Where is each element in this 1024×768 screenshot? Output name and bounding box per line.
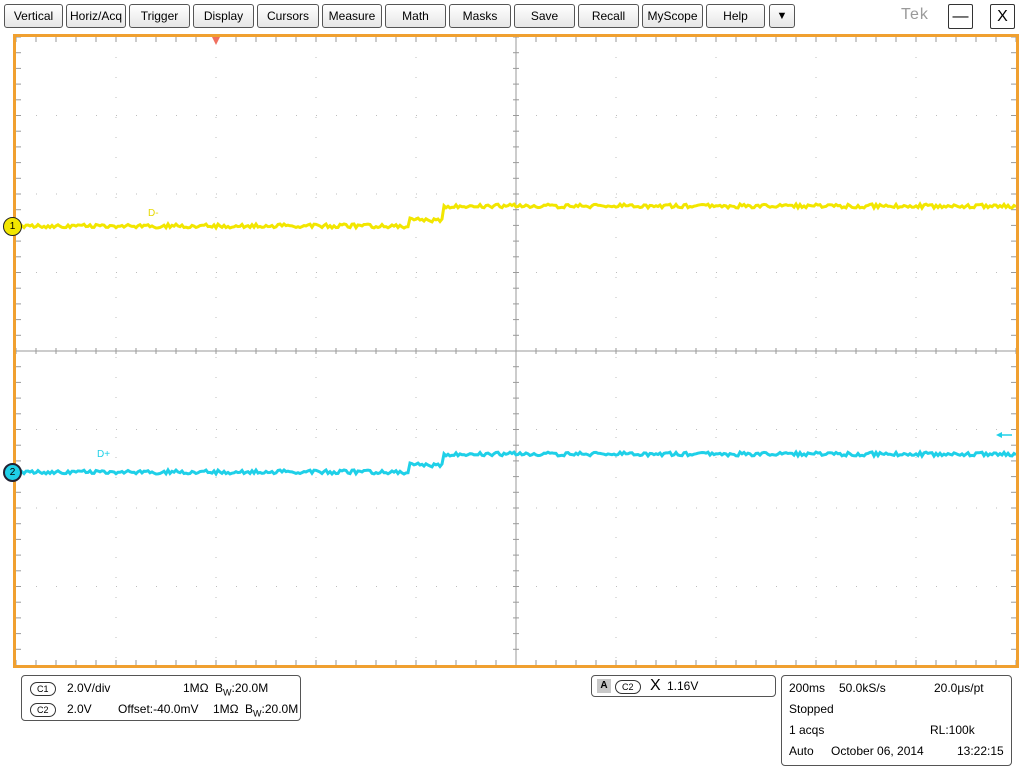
- menu-vertical[interactable]: Vertical: [4, 4, 63, 28]
- c2-bandwidth: BW:20.0M: [245, 702, 299, 719]
- ch2-label: D+: [97, 449, 111, 460]
- ch1-marker[interactable]: 1: [3, 217, 22, 236]
- menu-recall[interactable]: Recall: [578, 4, 639, 28]
- menu-save[interactable]: Save: [514, 4, 575, 28]
- c2-offset: Offset:-40.0mV: [118, 702, 199, 716]
- acquisition-date: October 06, 2014: [831, 744, 924, 758]
- ch2-marker[interactable]: 2: [3, 463, 22, 482]
- minimize-button[interactable]: —: [948, 4, 973, 29]
- acquisition-time: 13:22:15: [957, 744, 1004, 758]
- trigger-source[interactable]: C2: [615, 680, 641, 694]
- c2-coupling: 1MΩ: [213, 702, 239, 716]
- graticule-grid: [16, 37, 1016, 665]
- menu-myscope[interactable]: MyScope: [642, 4, 703, 28]
- sample-rate: 50.0kS/s: [839, 681, 886, 695]
- record-length: RL:100k: [930, 723, 975, 737]
- menu-dropdown-button[interactable]: ▼: [769, 4, 795, 28]
- trigger-panel[interactable]: A C2 X 1.16V: [591, 675, 776, 697]
- menu-horiz-acq[interactable]: Horiz/Acq: [66, 4, 126, 28]
- c1-scale: 2.0V/div: [67, 681, 111, 695]
- c2-scale: 2.0V: [67, 702, 92, 716]
- menu-display[interactable]: Display: [193, 4, 254, 28]
- trigger-slope-icon: X: [650, 677, 661, 694]
- c1-tag[interactable]: C1: [30, 682, 56, 696]
- time-per-point: 20.0μs/pt: [934, 681, 984, 695]
- menu-help[interactable]: Help: [706, 4, 765, 28]
- vertical-settings-panel[interactable]: C1 2.0V/div 1MΩ BW:20.0M C2 2.0V Offset:…: [21, 675, 301, 721]
- menu-trigger[interactable]: Trigger: [129, 4, 190, 28]
- c1-bandwidth: BW:20.0M: [215, 681, 269, 698]
- graticule: [16, 37, 1016, 665]
- menu-masks[interactable]: Masks: [449, 4, 511, 28]
- menu-math[interactable]: Math: [385, 4, 446, 28]
- timebase: 200ms: [789, 681, 826, 695]
- ch2-level-arrow-icon: [996, 432, 1012, 438]
- c1-coupling: 1MΩ: [183, 681, 209, 695]
- trigger-run-mode: Auto: [789, 744, 814, 758]
- trigger-level: 1.16V: [667, 679, 699, 693]
- menu-measure[interactable]: Measure: [322, 4, 382, 28]
- close-button[interactable]: X: [990, 4, 1015, 29]
- acquisition-count: 1 acqs: [789, 723, 825, 737]
- c2-tag[interactable]: C2: [30, 703, 56, 717]
- trigger-mode-badge: A: [597, 679, 611, 693]
- acquisition-panel[interactable]: 200ms 50.0kS/s 20.0μs/pt Stopped 1 acqs …: [781, 675, 1012, 766]
- menu-cursors[interactable]: Cursors: [257, 4, 319, 28]
- brand-logo: Tek: [901, 6, 929, 23]
- acquisition-state: Stopped: [789, 702, 834, 716]
- trigger-position-marker: [212, 37, 220, 45]
- menu-bar: Vertical Horiz/Acq Trigger Display Curso…: [0, 0, 1024, 34]
- ch1-label: D-: [148, 208, 159, 219]
